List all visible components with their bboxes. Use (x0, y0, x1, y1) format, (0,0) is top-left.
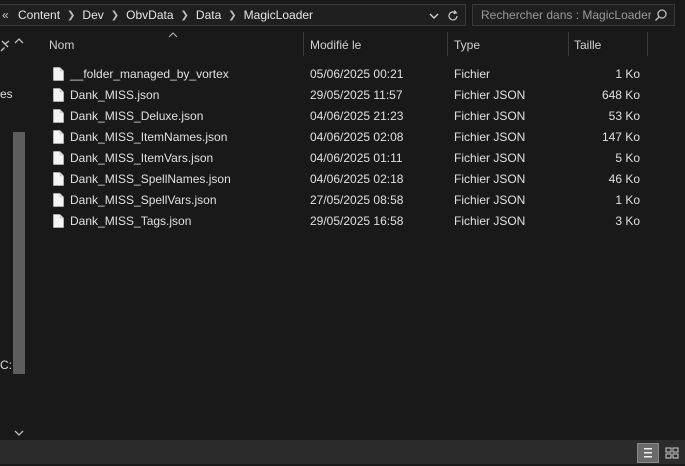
file-size: 648 Ko (601, 88, 640, 102)
file-name: Dank_MISS_ItemVars.json (70, 151, 214, 165)
search-input[interactable] (481, 8, 651, 22)
column-divider[interactable] (303, 32, 304, 56)
navigation-pane: es l C:) (0, 32, 30, 440)
file-modified: 29/05/2025 11:57 (310, 88, 403, 102)
scrollbar-thumb[interactable] (13, 132, 25, 374)
file-row[interactable]: Dank_MISS_SpellNames.json 04/06/2025 02:… (31, 169, 685, 190)
file-icon (53, 151, 64, 165)
file-modified: 04/06/2025 21:23 (310, 109, 404, 123)
column-divider[interactable] (447, 32, 448, 56)
file-row[interactable]: Dank_MISS_Deluxe.json 04/06/2025 21:23 F… (31, 106, 685, 127)
file-type: Fichier JSON (454, 214, 526, 228)
column-divider[interactable] (647, 32, 648, 56)
column-header-modified[interactable]: Modifié le (310, 38, 361, 52)
file-type: Fichier JSON (454, 151, 526, 165)
file-list-pane: Nom Modifié le Type Taille __folder_mana… (31, 32, 685, 440)
scroll-up-icon[interactable] (12, 34, 26, 48)
file-modified: 27/05/2025 08:58 (310, 193, 404, 207)
file-type: Fichier JSON (454, 193, 526, 207)
breadcrumb-item-dev[interactable]: Dev (82, 8, 103, 22)
breadcrumb-item-magicloader[interactable]: MagicLoader (244, 8, 313, 22)
file-modified: 04/06/2025 01:11 (310, 151, 403, 165)
column-divider[interactable] (568, 32, 569, 56)
file-row[interactable]: Dank_MISS_Tags.json 29/05/2025 16:58 Fic… (31, 211, 685, 232)
file-icon (53, 214, 64, 228)
tiles-view-button[interactable] (661, 443, 683, 463)
file-row[interactable]: Dank_MISS_SpellVars.json 27/05/2025 08:5… (31, 190, 685, 211)
column-headers: Nom Modifié le Type Taille (31, 32, 685, 58)
breadcrumb-item-content[interactable]: Content (18, 8, 60, 22)
file-name: Dank_MISS_Tags.json (70, 214, 192, 228)
details-view-icon (644, 448, 652, 458)
sort-ascending-icon (168, 32, 178, 38)
file-row[interactable]: Dank_MISS.json 29/05/2025 11:57 Fichier … (31, 85, 685, 106)
breadcrumb-separator-icon[interactable]: ❯ (67, 10, 75, 21)
file-icon (53, 130, 64, 144)
file-size: 1 Ko (615, 67, 640, 81)
file-icon (53, 193, 64, 207)
file-size: 147 Ko (601, 130, 640, 144)
file-type: Fichier JSON (454, 172, 526, 186)
file-type: Fichier JSON (454, 88, 526, 102)
file-size: 5 Ko (615, 151, 640, 165)
address-bar[interactable]: « Content ❯ Dev ❯ ObvData ❯ Data ❯ Magic… (0, 4, 466, 26)
refresh-icon[interactable] (446, 9, 460, 23)
file-name: Dank_MISS_SpellNames.json (70, 172, 231, 186)
file-name: __folder_managed_by_vortex (70, 67, 229, 81)
file-icon (53, 67, 64, 81)
column-header-type[interactable]: Type (454, 38, 480, 52)
file-name: Dank_MISS.json (70, 88, 160, 102)
breadcrumb-separator-icon[interactable]: ❯ (228, 10, 236, 21)
file-row[interactable]: __folder_managed_by_vortex 05/06/2025 00… (31, 64, 685, 85)
address-row: « Content ❯ Dev ❯ ObvData ❯ Data ❯ Magic… (0, 0, 685, 32)
file-icon (53, 109, 64, 123)
file-type: Fichier JSON (454, 109, 526, 123)
breadcrumb: Content ❯ Dev ❯ ObvData ❯ Data ❯ MagicLo… (18, 8, 313, 22)
file-type: Fichier (454, 67, 491, 81)
file-size: 46 Ko (608, 172, 640, 186)
file-icon (53, 88, 64, 102)
search-icon[interactable] (654, 8, 668, 22)
file-name: Dank_MISS_SpellVars.json (70, 193, 217, 207)
breadcrumb-item-obvdata[interactable]: ObvData (126, 8, 173, 22)
breadcrumb-item-data[interactable]: Data (196, 8, 221, 22)
file-size: 1 Ko (615, 193, 640, 207)
file-modified: 05/06/2025 00:21 (310, 67, 404, 81)
file-name: Dank_MISS_ItemNames.json (70, 130, 228, 144)
file-modified: 29/05/2025 16:58 (310, 214, 404, 228)
pin-icon[interactable] (0, 40, 10, 52)
column-header-name[interactable]: Nom (49, 38, 74, 52)
file-name: Dank_MISS_Deluxe.json (70, 109, 204, 123)
file-type: Fichier JSON (454, 130, 526, 144)
nav-scrollbar[interactable] (12, 34, 26, 440)
column-header-size[interactable]: Taille (574, 38, 601, 52)
file-row[interactable]: Dank_MISS_ItemNames.json 04/06/2025 02:0… (31, 127, 685, 148)
status-bar (0, 440, 685, 464)
file-row[interactable]: Dank_MISS_ItemVars.json 04/06/2025 01:11… (31, 148, 685, 169)
tiles-view-icon (665, 447, 679, 459)
details-view-button[interactable] (637, 443, 659, 463)
file-size: 53 Ko (608, 109, 640, 123)
breadcrumb-overflow[interactable]: « (2, 8, 9, 22)
breadcrumb-separator-icon[interactable]: ❯ (111, 10, 119, 21)
file-icon (53, 172, 64, 186)
file-size: 3 Ko (615, 214, 640, 228)
scroll-down-icon[interactable] (12, 426, 26, 440)
file-modified: 04/06/2025 02:18 (310, 172, 404, 186)
chevron-down-icon[interactable] (428, 10, 440, 22)
file-modified: 04/06/2025 02:08 (310, 130, 404, 144)
search-box[interactable] (472, 4, 675, 26)
breadcrumb-separator-icon[interactable]: ❯ (181, 10, 189, 21)
